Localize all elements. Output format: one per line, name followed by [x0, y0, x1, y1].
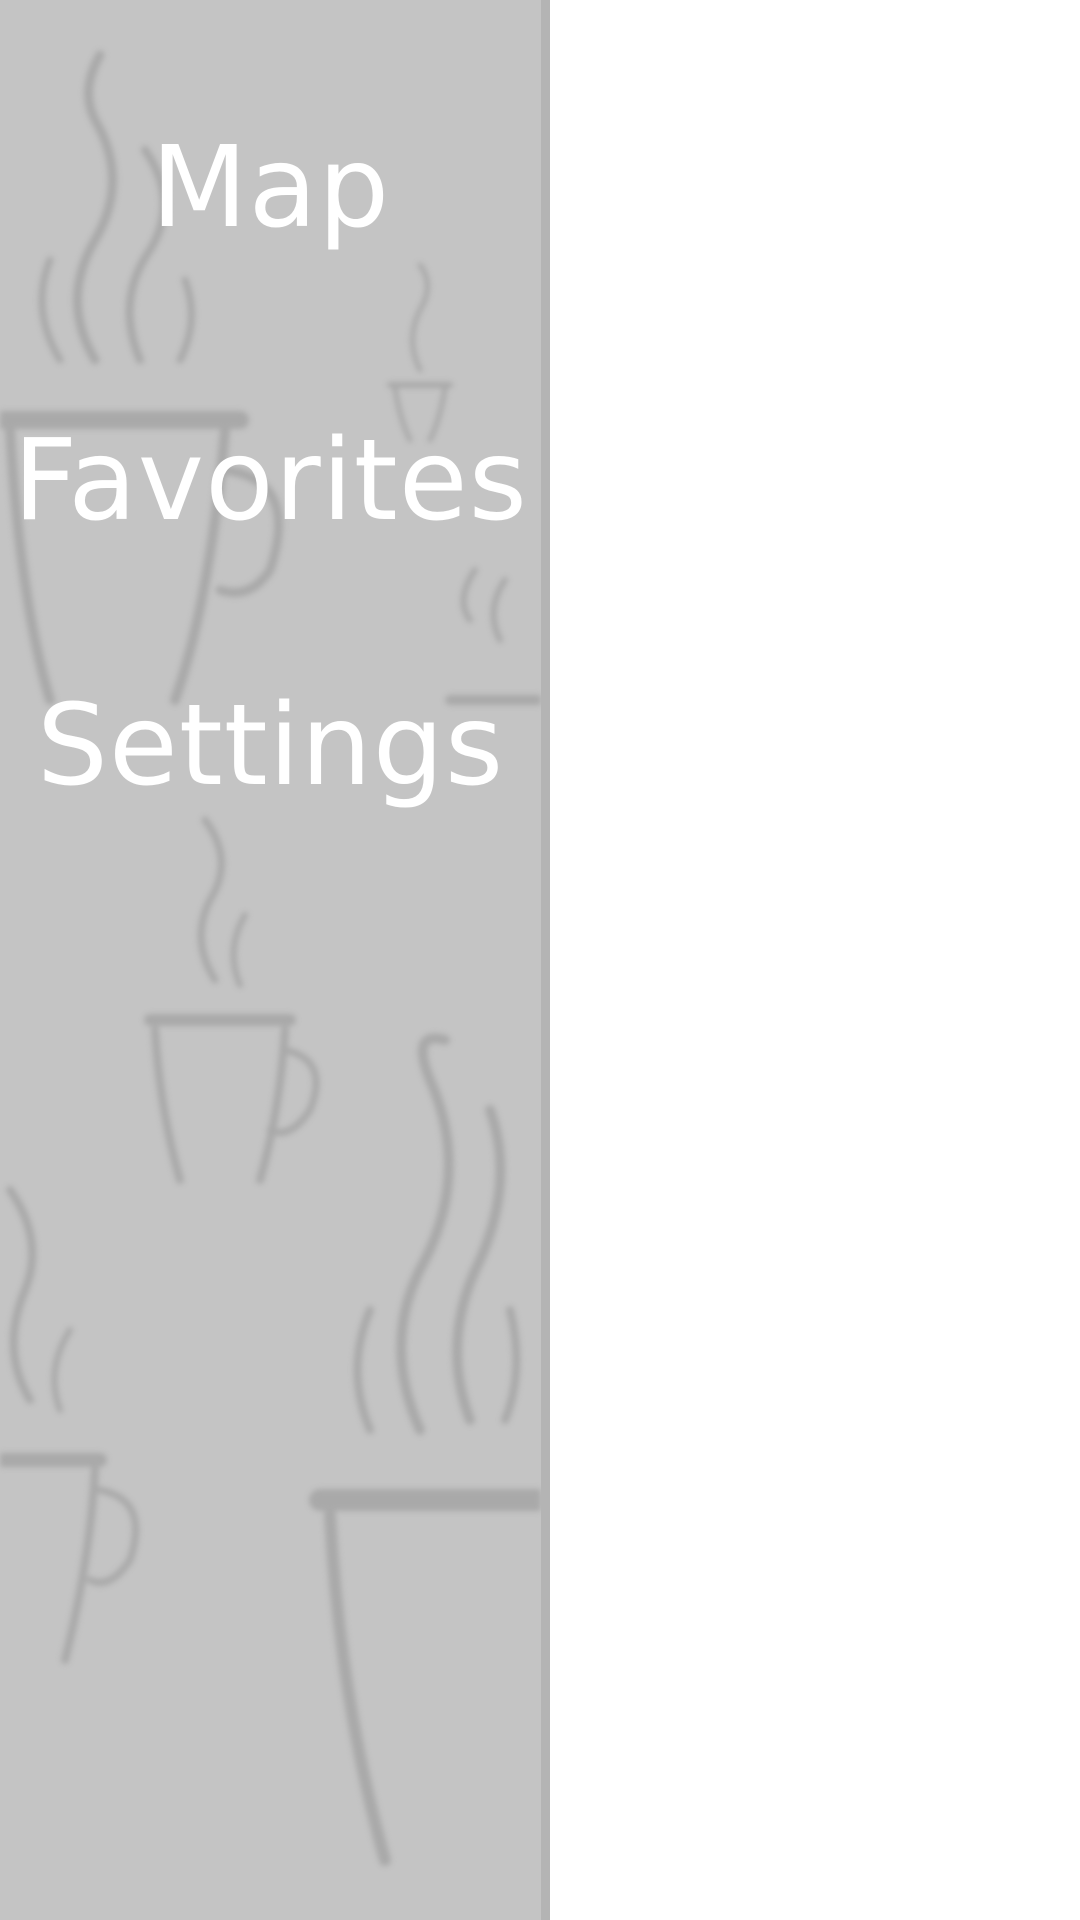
drawer-edge-divider: [541, 0, 550, 1920]
drawer-item-settings[interactable]: Settings: [0, 690, 541, 802]
main-content-area[interactable]: [550, 0, 1080, 1920]
drawer-item-map[interactable]: Map: [0, 132, 541, 244]
app-screen: Map Favorites Settings: [0, 0, 1080, 1920]
drawer-item-favorites[interactable]: Favorites: [0, 425, 541, 537]
navigation-drawer: Map Favorites Settings: [0, 0, 541, 1920]
coffee-cup-pattern-icon: [0, 50, 541, 1866]
